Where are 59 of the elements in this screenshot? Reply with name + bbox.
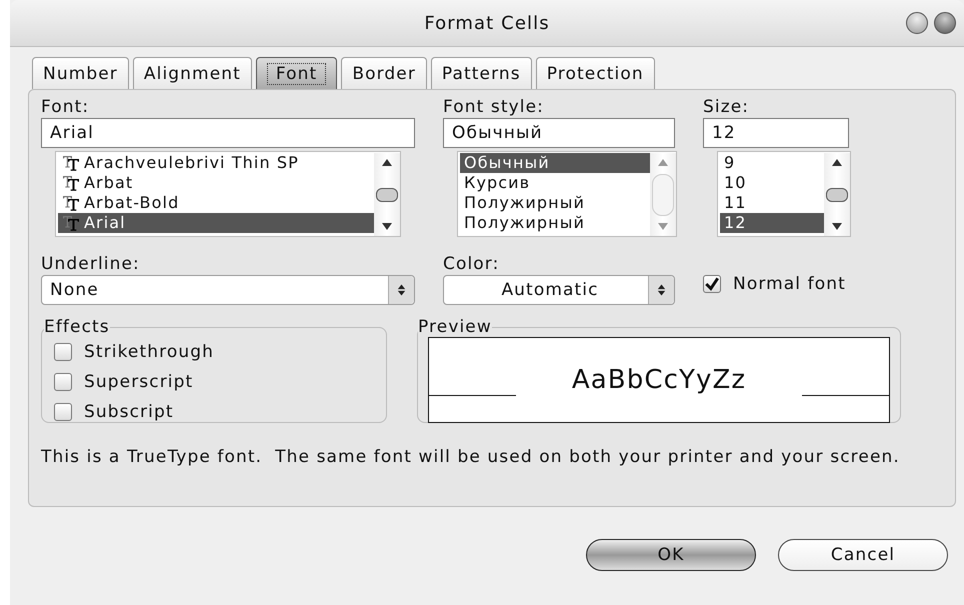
field-label: Font: <box>41 96 90 118</box>
tab[interactable]: Protection <box>536 57 655 89</box>
field-label: Font style: <box>443 96 546 118</box>
scroll-down-icon[interactable] <box>831 222 843 232</box>
input-field[interactable]: Обычный <box>443 118 675 148</box>
scrollbar[interactable] <box>824 153 850 236</box>
window-button[interactable] <box>934 12 956 34</box>
list-item[interactable]: Arbat-Bold <box>58 193 374 213</box>
field-label: Size: <box>703 96 750 118</box>
group-title: Effects <box>44 317 110 337</box>
dialog-button[interactable]: Cancel <box>778 539 948 571</box>
stepper-icon <box>388 276 414 304</box>
info-text: This is a TrueType font. The same font will be used on both your printer and your screen. <box>41 446 901 469</box>
checkbox-option[interactable]: Normal font <box>703 269 853 299</box>
scrollbar[interactable] <box>374 153 400 236</box>
scroll-up-icon[interactable] <box>831 157 843 167</box>
checkbox-option[interactable]: Subscript <box>54 397 374 427</box>
list-item[interactable]: 12 <box>720 213 824 233</box>
tab[interactable]: Patterns <box>430 57 532 89</box>
checkbox-option[interactable]: Strikethrough <box>54 337 374 367</box>
checkbox[interactable] <box>703 275 721 293</box>
dropdown[interactable]: None <box>41 275 415 305</box>
scroll-thumb[interactable] <box>376 188 398 202</box>
field-label: Underline: <box>41 253 141 275</box>
window-title: Format Cells <box>424 12 550 34</box>
scroll-down-icon[interactable] <box>381 222 393 232</box>
dialog-button[interactable]: OK <box>586 539 756 571</box>
input-field[interactable]: Arial <box>41 118 415 148</box>
list-item[interactable]: 9 <box>720 153 824 173</box>
list-item[interactable]: Курсив <box>460 173 650 193</box>
list-item[interactable]: 11 <box>720 193 824 213</box>
checkbox[interactable] <box>54 343 72 361</box>
checkbox[interactable] <box>54 403 72 421</box>
list-item[interactable]: Arbat <box>58 173 374 193</box>
scroll-thumb[interactable] <box>826 188 848 202</box>
stepper-icon <box>648 276 674 304</box>
group-title: Preview <box>418 317 492 337</box>
truetype-icon <box>62 215 80 231</box>
checkbox-option[interactable]: Superscript <box>54 367 374 397</box>
truetype-icon <box>62 195 80 211</box>
field-label: Color: <box>443 253 500 275</box>
list-item[interactable]: Полужирный <box>460 193 650 213</box>
truetype-icon <box>62 155 80 171</box>
window-button[interactable] <box>906 12 928 34</box>
tab[interactable]: Alignment <box>132 57 252 89</box>
checkbox[interactable] <box>54 373 72 391</box>
list-item[interactable]: Обычный <box>460 153 650 173</box>
tab[interactable]: Border <box>341 57 427 89</box>
preview-text: AaBbCcYyZz <box>570 365 748 395</box>
list-item[interactable]: Полужирный <box>460 213 650 233</box>
dropdown[interactable]: Automatic <box>443 275 675 305</box>
tab[interactable]: Number <box>32 57 129 89</box>
tab[interactable]: Font <box>256 57 338 89</box>
scroll-up-icon[interactable] <box>381 157 393 167</box>
truetype-icon <box>62 175 80 191</box>
list-item[interactable]: 10 <box>720 173 824 193</box>
list-item[interactable]: Arial <box>58 213 374 233</box>
list-item[interactable]: Arachveulebrivi Thin SP <box>58 153 374 173</box>
input-field[interactable]: 12 <box>703 118 849 148</box>
